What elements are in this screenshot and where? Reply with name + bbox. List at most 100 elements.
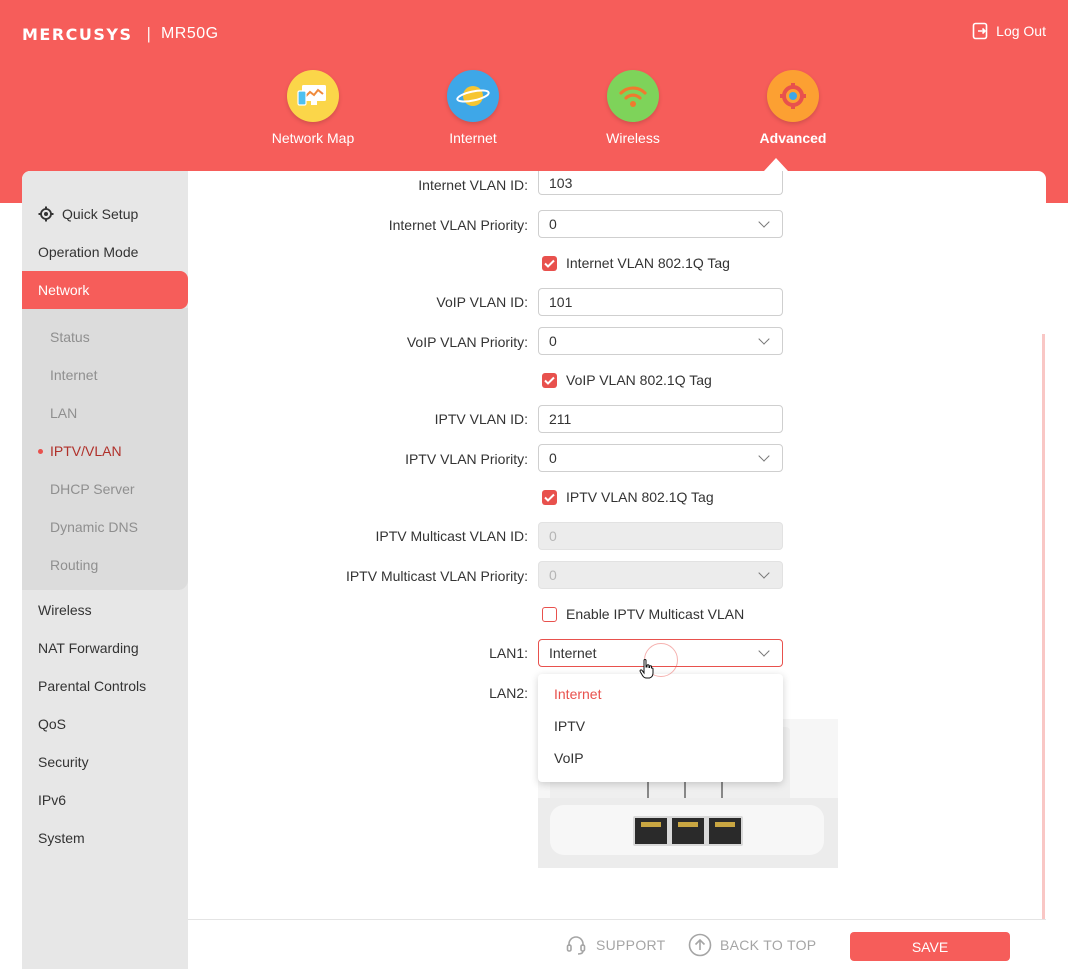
brand-logo: MERCUSYS <box>22 24 133 44</box>
internet-vlan-id-label: Internet VLAN ID: <box>418 177 528 193</box>
voip-vlan-priority-value: 0 <box>549 333 557 349</box>
scroll-track <box>1042 334 1045 919</box>
sidebar-item-operation-mode[interactable]: Operation Mode <box>22 233 188 271</box>
nav-advanced[interactable]: Advanced <box>713 70 873 146</box>
sidebar-item-label: Security <box>38 754 89 770</box>
lan1-option-internet[interactable]: Internet <box>538 678 783 710</box>
enable-iptv-multicast-checkbox[interactable]: Enable IPTV Multicast VLAN <box>542 606 744 622</box>
sidebar-item-label: System <box>38 830 85 846</box>
sidebar-item-ipv6[interactable]: IPv6 <box>22 781 188 819</box>
back-to-top-link[interactable]: BACK TO TOP <box>688 933 816 957</box>
nav-wireless[interactable]: Wireless <box>553 70 713 146</box>
sidebar-subitem-label: Routing <box>50 557 99 573</box>
sidebar-subitem-label: Status <box>50 329 90 345</box>
sidebar-subitem-iptv-vlan[interactable]: IPTV/VLAN <box>22 432 188 470</box>
iptv-vlan-priority-select[interactable]: 0 <box>538 444 783 472</box>
sidebar-subitem-status[interactable]: Status <box>22 318 188 356</box>
iptv-multicast-vlan-id-input[interactable]: 0 <box>538 522 783 550</box>
support-link[interactable]: SUPPORT <box>564 933 666 957</box>
enable-iptv-multicast-label: Enable IPTV Multicast VLAN <box>566 606 745 622</box>
sidebar: Quick Setup Operation Mode Status Intern… <box>22 171 188 969</box>
iptv-multicast-vlan-id-value: 0 <box>549 528 557 544</box>
headset-icon <box>566 936 586 955</box>
iptv-vlan-form: Internet VLAN ID: 103 Internet VLAN Prio… <box>188 171 1046 919</box>
iptv-vlan-priority-label: IPTV VLAN Priority: <box>405 451 528 467</box>
page-footer: SUPPORT BACK TO TOP SAVE <box>188 919 1046 969</box>
sidebar-subitem-label: LAN <box>50 405 78 421</box>
sidebar-item-wireless[interactable]: Wireless <box>22 591 188 629</box>
lan1-option-voip[interactable]: VoIP <box>538 742 783 774</box>
wifi-icon <box>607 70 659 122</box>
sidebar-subitem-lan[interactable]: LAN <box>22 394 188 432</box>
iptv-multicast-vlan-priority-select[interactable]: 0 <box>538 561 783 589</box>
checkbox-checked-icon <box>542 255 557 271</box>
active-dot <box>38 449 43 454</box>
sidebar-item-system[interactable]: System <box>22 819 188 857</box>
iptv-tag-checkbox[interactable]: IPTV VLAN 802.1Q Tag <box>542 489 714 505</box>
checkbox-checked-icon <box>542 372 557 388</box>
sidebar-subitem-internet[interactable]: Internet <box>22 356 188 394</box>
save-button[interactable]: SAVE <box>850 932 1010 961</box>
voip-vlan-id-label: VoIP VLAN ID: <box>436 294 528 310</box>
lan1-dropdown-menu: Internet IPTV VoIP <box>538 674 783 782</box>
logout-button[interactable]: Log Out <box>972 22 1046 40</box>
arrow-up-circle-icon <box>688 933 712 957</box>
logout-icon <box>972 22 988 40</box>
nav-network-map[interactable]: Network Map <box>233 70 393 146</box>
voip-tag-checkbox[interactable]: VoIP VLAN 802.1Q Tag <box>542 372 712 388</box>
sidebar-item-label: Wireless <box>38 602 92 618</box>
iptv-vlan-id-value: 211 <box>549 411 572 427</box>
iptv-vlan-priority-value: 0 <box>549 450 557 466</box>
lan1-option-iptv[interactable]: IPTV <box>538 710 783 742</box>
voip-vlan-id-input[interactable]: 101 <box>538 288 783 316</box>
checkbox-unchecked-icon <box>542 606 557 622</box>
sidebar-subitem-routing[interactable]: Routing <box>22 546 188 584</box>
sidebar-item-label: Operation Mode <box>38 244 139 260</box>
sidebar-item-network[interactable]: Network <box>22 271 188 309</box>
sidebar-subitem-label: IPTV/VLAN <box>50 443 122 459</box>
voip-vlan-priority-select[interactable]: 0 <box>538 327 783 355</box>
iptv-vlan-id-input[interactable]: 211 <box>538 405 783 433</box>
nav-advanced-label: Advanced <box>759 130 827 146</box>
active-nav-pointer <box>764 158 788 171</box>
internet-vlan-id-input[interactable]: 103 <box>538 171 783 195</box>
internet-tag-label: Internet VLAN 802.1Q Tag <box>566 255 730 271</box>
sidebar-subitem-dhcp-server[interactable]: DHCP Server <box>22 470 188 508</box>
sidebar-item-parental-controls[interactable]: Parental Controls <box>22 667 188 705</box>
voip-vlan-priority-label: VoIP VLAN Priority: <box>406 334 528 350</box>
nav-internet[interactable]: Internet <box>393 70 553 146</box>
lan1-label: LAN1: <box>489 645 528 661</box>
sidebar-subitem-dynamic-dns[interactable]: Dynamic DNS <box>22 508 188 546</box>
network-map-icon <box>287 70 339 122</box>
sidebar-item-qos[interactable]: QoS <box>22 705 188 743</box>
sidebar-item-quick-setup[interactable]: Quick Setup <box>22 195 188 233</box>
sidebar-subitem-label: Internet <box>50 367 98 383</box>
brand-separator: | <box>146 24 151 43</box>
sidebar-item-label: IPv6 <box>38 792 67 808</box>
support-label: SUPPORT <box>596 937 666 953</box>
gear-icon <box>767 70 819 122</box>
sidebar-subitem-label: Dynamic DNS <box>50 519 138 535</box>
internet-vlan-priority-label: Internet VLAN Priority: <box>388 217 528 233</box>
network-submenu: Status Internet LAN IPTV/VLAN DHCP Serve… <box>22 308 188 590</box>
sidebar-item-nat-forwarding[interactable]: NAT Forwarding <box>22 629 188 667</box>
sidebar-item-label: QoS <box>38 716 67 732</box>
iptv-tag-label: IPTV VLAN 802.1Q Tag <box>566 489 714 505</box>
gear-icon <box>38 206 54 222</box>
internet-vlan-priority-value: 0 <box>549 216 557 232</box>
globe-icon <box>447 70 499 122</box>
hand-cursor-icon <box>639 659 654 679</box>
back-to-top-label: BACK TO TOP <box>720 937 817 953</box>
sidebar-item-label: Network <box>38 282 90 298</box>
brand: MERCUSYS | MR50G <box>22 24 219 44</box>
iptv-multicast-vlan-priority-label: IPTV Multicast VLAN Priority: <box>345 568 528 584</box>
sidebar-item-label: Parental Controls <box>38 678 147 694</box>
sidebar-item-label: Quick Setup <box>62 206 139 222</box>
sidebar-item-security[interactable]: Security <box>22 743 188 781</box>
nav-network-map-label: Network Map <box>271 130 355 146</box>
model-name: MR50G <box>160 25 219 42</box>
internet-vlan-priority-select[interactable]: 0 <box>538 210 783 238</box>
iptv-multicast-vlan-id-label: IPTV Multicast VLAN ID: <box>375 528 528 544</box>
internet-tag-checkbox[interactable]: Internet VLAN 802.1Q Tag <box>542 255 730 271</box>
lan1-value: Internet <box>549 645 597 661</box>
